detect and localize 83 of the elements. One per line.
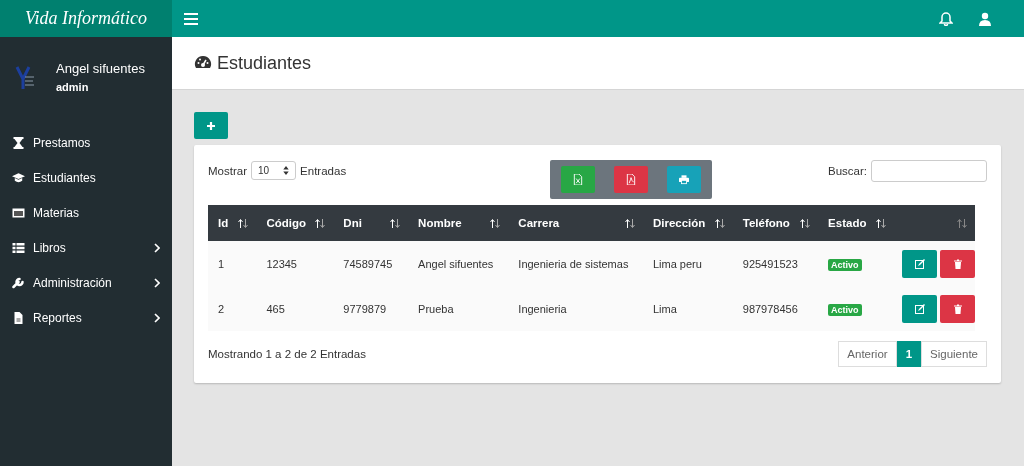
window-icon bbox=[12, 206, 25, 219]
column-header[interactable]: Carrera bbox=[508, 205, 643, 241]
brand-logo: Vida Informático bbox=[0, 0, 172, 37]
sidebar-item[interactable]: Estudiantes bbox=[0, 160, 172, 195]
table-cell: 9779879 bbox=[333, 286, 409, 331]
table-cell: Angel sifuentes bbox=[408, 241, 509, 286]
column-header[interactable]: Nombre bbox=[408, 205, 509, 241]
status-badge: Activo bbox=[828, 303, 862, 316]
sort-icon bbox=[876, 218, 886, 228]
hourglass-icon bbox=[12, 136, 25, 149]
table-cell: Ingenieria de sistemas bbox=[508, 241, 643, 286]
table-cell: 74589745 bbox=[333, 241, 409, 286]
pdf-file-icon bbox=[626, 174, 637, 185]
sort-icon bbox=[800, 218, 811, 228]
sort-icon bbox=[624, 218, 635, 228]
add-button[interactable] bbox=[194, 112, 228, 139]
table-cell: Ingenieria bbox=[508, 286, 643, 331]
graduation-cap-icon bbox=[12, 171, 25, 184]
show-label: Mostrar bbox=[208, 164, 247, 177]
pagination-button[interactable]: 1 bbox=[896, 341, 922, 367]
entries-label: Entradas bbox=[300, 164, 347, 177]
sort-icon bbox=[238, 218, 249, 228]
trash-icon bbox=[952, 303, 963, 314]
sort-icon bbox=[390, 218, 401, 228]
table-cell: 2 bbox=[208, 286, 257, 331]
user-role: admin bbox=[56, 81, 90, 93]
excel-button[interactable] bbox=[561, 166, 596, 193]
bell-icon[interactable] bbox=[939, 11, 953, 26]
list-icon bbox=[12, 241, 25, 254]
table-cell: Lima peru bbox=[642, 241, 733, 286]
chevron-right-icon bbox=[154, 312, 160, 323]
chevron-right-icon bbox=[154, 277, 160, 288]
sidebar-item[interactable]: Reportes bbox=[0, 300, 172, 335]
printer-icon bbox=[679, 174, 690, 185]
sort-icon bbox=[714, 218, 725, 228]
user-icon[interactable] bbox=[978, 11, 992, 26]
page-title: Estudiantes bbox=[217, 52, 312, 74]
edit-icon bbox=[914, 258, 925, 269]
user-name: Angel sifuentes bbox=[56, 61, 145, 76]
search-label: Buscar: bbox=[828, 165, 867, 177]
delete-button[interactable] bbox=[940, 294, 975, 323]
print-button[interactable] bbox=[667, 166, 702, 193]
table-cell: 987978456 bbox=[732, 286, 819, 331]
column-header[interactable]: Dirección bbox=[642, 205, 733, 241]
plus-icon bbox=[206, 120, 216, 131]
table-cell: 1 bbox=[208, 241, 257, 286]
table-cell: 925491523 bbox=[732, 241, 819, 286]
edit-icon bbox=[914, 303, 925, 314]
column-header[interactable]: Id bbox=[208, 205, 257, 241]
menu-icon[interactable] bbox=[184, 12, 198, 25]
sort-icon bbox=[957, 218, 967, 228]
table-cell: Prueba bbox=[408, 286, 509, 331]
sidebar-item[interactable]: Materias bbox=[0, 195, 172, 230]
pdf-button[interactable] bbox=[614, 166, 649, 193]
trash-icon bbox=[952, 258, 963, 269]
page-size-select[interactable]: 10 bbox=[251, 161, 297, 180]
pagination-button[interactable]: Anterior bbox=[838, 341, 897, 367]
excel-file-icon bbox=[573, 174, 584, 185]
column-header[interactable]: Código bbox=[256, 205, 334, 241]
logo-icon bbox=[14, 65, 36, 91]
pagination-button[interactable]: Siguiente bbox=[921, 341, 987, 367]
file-icon bbox=[12, 311, 25, 324]
sidebar-item[interactable]: Administración bbox=[0, 265, 172, 300]
dashboard-icon bbox=[194, 55, 212, 71]
sort-icon bbox=[315, 218, 326, 228]
edit-button[interactable] bbox=[902, 294, 937, 323]
column-header[interactable]: Dni bbox=[333, 205, 409, 241]
delete-button[interactable] bbox=[940, 249, 975, 278]
search-field[interactable] bbox=[871, 160, 987, 182]
status-badge: Activo bbox=[828, 258, 862, 271]
wrench-icon bbox=[12, 276, 25, 289]
column-header[interactable]: Estado bbox=[818, 205, 894, 241]
sort-icon bbox=[283, 166, 290, 175]
chevron-right-icon bbox=[154, 242, 160, 253]
edit-button[interactable] bbox=[902, 249, 937, 278]
table-cell: 465 bbox=[256, 286, 334, 331]
table-cell: Lima bbox=[642, 286, 733, 331]
table-cell: 12345 bbox=[256, 241, 334, 286]
column-header[interactable]: Teléfono bbox=[732, 205, 819, 241]
sidebar-item[interactable]: Libros bbox=[0, 230, 172, 265]
sidebar-item[interactable]: Prestamos bbox=[0, 125, 172, 160]
sort-icon bbox=[490, 218, 501, 228]
table-summary: Mostrando 1 a 2 de 2 Entradas bbox=[208, 348, 366, 360]
